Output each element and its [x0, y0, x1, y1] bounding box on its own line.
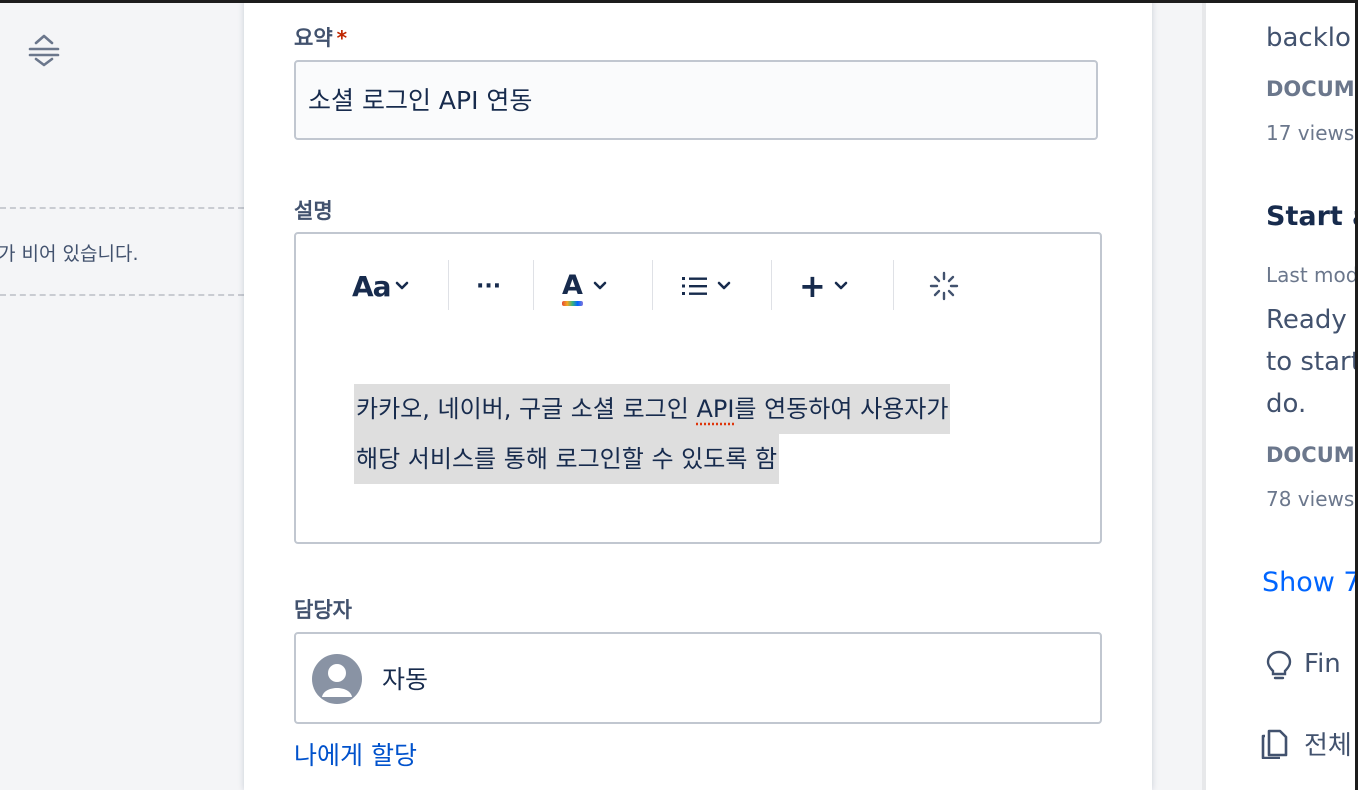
plus-icon: + — [799, 267, 826, 305]
chevron-down-icon — [395, 281, 408, 290]
summary-input[interactable] — [308, 84, 1068, 113]
backlog-panel: 가 비어 있습니다. — [0, 3, 244, 790]
text-style-button[interactable]: Aa — [352, 264, 409, 308]
related-docs-panel: backlo DOCUM 17 views Start a Last mod R… — [1206, 3, 1355, 790]
description-line-1: 카카오, 네이버, 구글 소셜 로그인 API를 연동하여 사용자가 — [354, 384, 951, 434]
sparkle-icon — [929, 271, 959, 301]
more-icon: ··· — [476, 273, 502, 299]
toolbar-separator — [893, 260, 894, 310]
text-color-icon: A — [562, 270, 583, 306]
insert-button[interactable]: + — [799, 264, 848, 308]
description-editor[interactable]: Aa ··· A + 카카오, 네이버, 구글 소셜 로그인 API를 연동하여… — [294, 232, 1102, 544]
doc-type: DOCUM — [1266, 443, 1355, 467]
summary-field[interactable] — [294, 60, 1098, 140]
collapse-icon[interactable] — [24, 29, 64, 69]
assign-to-me-link[interactable]: 나에게 할당 — [294, 736, 417, 772]
text-style-label: Aa — [352, 269, 392, 303]
toolbar-separator — [448, 260, 449, 310]
avatar-icon — [312, 654, 362, 704]
toolbar-separator — [533, 260, 534, 310]
summary-label: 요약 * — [294, 22, 347, 52]
lightbulb-icon — [1266, 650, 1292, 680]
description-label: 설명 — [294, 199, 333, 223]
doc-views: 78 views — [1266, 487, 1355, 511]
find-label[interactable]: Fin — [1304, 649, 1341, 679]
chevron-down-icon — [717, 281, 731, 290]
text-color-button[interactable]: A — [562, 264, 607, 308]
doc-snippet: to start — [1266, 347, 1355, 377]
text-color-letter: A — [562, 270, 583, 301]
toolbar-separator — [771, 260, 772, 310]
doc-snippet: Ready — [1266, 305, 1347, 335]
spellcheck-word: API — [696, 395, 735, 423]
doc-title[interactable]: Start a — [1266, 201, 1355, 232]
doc-type: DOCUM — [1266, 77, 1355, 101]
chevron-down-icon — [834, 281, 848, 290]
list-button[interactable] — [681, 264, 731, 308]
create-issue-modal: 요약* 설명 Aa ··· A — [244, 0, 1152, 790]
empty-message: 가 비어 있습니다. — [0, 243, 139, 265]
chevron-down-icon — [593, 281, 607, 290]
doc-modified: Last mod — [1266, 263, 1355, 287]
summary-label-text: 요약 — [294, 26, 333, 50]
show-more-link[interactable]: Show 7 — [1262, 567, 1355, 598]
description-text: 를 연동하여 사용자가 — [734, 395, 949, 423]
description-content[interactable]: 카카오, 네이버, 구글 소셜 로그인 API를 연동하여 사용자가 해당 서비… — [354, 384, 1054, 484]
all-label[interactable]: 전체 — [1304, 725, 1352, 762]
assignee-label: 담당자 — [294, 598, 352, 622]
toolbar-separator — [652, 260, 653, 310]
copy-icon — [1261, 729, 1288, 759]
required-mark: * — [336, 26, 348, 50]
window-top-edge — [0, 0, 1358, 3]
empty-area-top-border — [0, 207, 244, 209]
description-text: 카카오, 네이버, 구글 소셜 로그인 — [356, 395, 697, 423]
more-formatting-button[interactable]: ··· — [476, 264, 501, 308]
list-icon — [682, 277, 707, 295]
editor-toolbar: Aa ··· A + — [296, 234, 1100, 334]
color-bar — [562, 301, 583, 306]
assignee-select[interactable]: 자동 — [294, 632, 1102, 724]
empty-area-bottom-border — [0, 294, 244, 296]
doc-views: 17 views — [1266, 121, 1355, 145]
description-line-2: 해당 서비스를 통해 로그인할 수 있도록 함 — [354, 434, 780, 484]
assignee-value: 자동 — [382, 665, 429, 694]
doc-snippet: backlo — [1266, 23, 1351, 53]
doc-snippet: do. — [1266, 389, 1307, 419]
ai-button[interactable] — [928, 264, 960, 308]
